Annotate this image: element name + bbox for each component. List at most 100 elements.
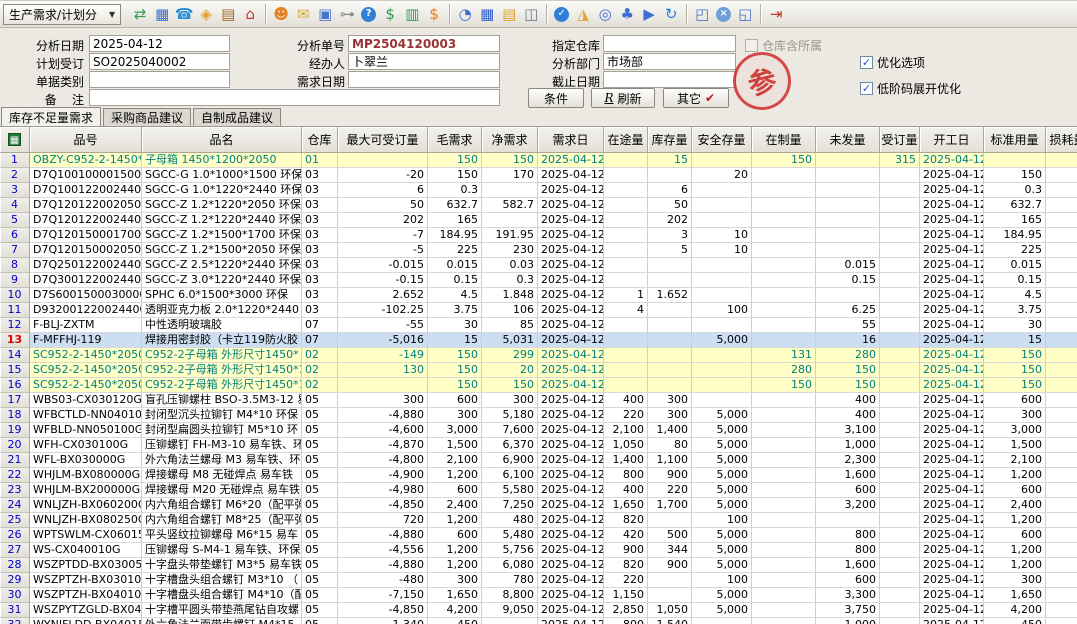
cell-毛需求[interactable]: 600 [428, 393, 482, 408]
row-number[interactable]: 3 [0, 183, 30, 198]
cell-需求日[interactable]: 2025-04-12 [538, 483, 604, 498]
cell-未发量[interactable]: 800 [816, 528, 880, 543]
cell-开工日[interactable]: 2025-04-12 [920, 558, 984, 573]
cell-品号[interactable]: OBZY-C952-2-1450*2( [30, 153, 142, 168]
cell-最大可受订量[interactable]: -7,150 [338, 588, 428, 603]
cell-受订量[interactable] [880, 618, 920, 624]
cell-损耗量[interactable] [1046, 273, 1077, 288]
cell-最大可受订量[interactable]: -4,800 [338, 453, 428, 468]
cell-受订量[interactable] [880, 168, 920, 183]
cell-安全存量[interactable] [692, 288, 752, 303]
table-row[interactable]: 29WSZPTZH-BX030100G十字槽盘头组合螺钉 M3*10 （05-4… [0, 573, 1077, 588]
cell-在途量[interactable] [604, 228, 648, 243]
cell-品号[interactable]: WBS03-CX030120G [30, 393, 142, 408]
row-number[interactable]: 23 [0, 483, 30, 498]
cell-安全存量[interactable]: 5,000 [692, 603, 752, 618]
cell-未发量[interactable]: 3,300 [816, 588, 880, 603]
cell-最大可受订量[interactable]: 1,340 [338, 618, 428, 624]
cell-安全存量[interactable]: 5,000 [692, 453, 752, 468]
cell-净需求[interactable]: 582.7 [482, 198, 538, 213]
cell-受订量[interactable] [880, 303, 920, 318]
cell-标准用量[interactable]: 1,200 [984, 558, 1046, 573]
cell-开工日[interactable]: 2025-04-12 [920, 258, 984, 273]
cell-未发量[interactable] [816, 288, 880, 303]
cell-库存量[interactable]: 300 [648, 393, 692, 408]
cell-安全存量[interactable]: 5,000 [692, 468, 752, 483]
cell-品号[interactable]: WSZPYTZGLD-BX04015( [30, 603, 142, 618]
column-header-1[interactable]: 品号 [30, 127, 142, 153]
cell-开工日[interactable]: 2025-04-12 [920, 408, 984, 423]
cell-仓库[interactable]: 05 [302, 438, 338, 453]
cell-开工日[interactable]: 2025-04-12 [920, 363, 984, 378]
table-row[interactable]: 2D7Q1001000015000GSGCC-G 1.0*1000*1500 环… [0, 168, 1077, 183]
cell-在制量[interactable] [752, 318, 816, 333]
cell-受订量[interactable] [880, 468, 920, 483]
cell-在制量[interactable] [752, 618, 816, 624]
table-row[interactable]: 26WPTSWLM-CX060150G平头竖纹拉铆螺母 M6*15 易车05-4… [0, 528, 1077, 543]
cell-毛需求[interactable]: 150 [428, 168, 482, 183]
cell-毛需求[interactable]: 150 [428, 363, 482, 378]
cell-毛需求[interactable]: 0.015 [428, 258, 482, 273]
table-row[interactable]: 23WHJLM-BX200000G焊接螺母 M20 无碰焊点 易车铁05-4,9… [0, 483, 1077, 498]
cell-毛需求[interactable]: 4,200 [428, 603, 482, 618]
cell-标准用量[interactable]: 3,000 [984, 423, 1046, 438]
table-row[interactable]: 20WFH-CX030100G压铆螺钉 FH-M3-10 易车铁、环05-4,8… [0, 438, 1077, 453]
cell-库存量[interactable]: 300 [648, 408, 692, 423]
cell-受订量[interactable] [880, 513, 920, 528]
cell-开工日[interactable]: 2025-04-12 [920, 198, 984, 213]
cell-在途量[interactable]: 820 [604, 513, 648, 528]
cell-毛需求[interactable]: 632.7 [428, 198, 482, 213]
document-icon[interactable]: ▣ [314, 3, 336, 25]
cell-毛需求[interactable]: 1,200 [428, 558, 482, 573]
cell-安全存量[interactable]: 100 [692, 513, 752, 528]
row-number[interactable]: 27 [0, 543, 30, 558]
cell-未发量[interactable]: 2,300 [816, 453, 880, 468]
cascade-windows-icon[interactable]: ◱ [734, 3, 756, 25]
cell-受订量[interactable] [880, 348, 920, 363]
cell-安全存量[interactable] [692, 213, 752, 228]
bell-icon[interactable]: ◮ [572, 3, 594, 25]
cell-受订量[interactable] [880, 543, 920, 558]
column-header-6[interactable]: 净需求 [482, 127, 538, 153]
cell-受订量[interactable] [880, 438, 920, 453]
table-row[interactable]: 7D7Q1201500020500GSGCC-Z 1.2*1500*2050 环… [0, 243, 1077, 258]
home-icon[interactable]: ⌂ [239, 3, 261, 25]
cell-开工日[interactable]: 2025-04-12 [920, 213, 984, 228]
cell-仓库[interactable]: 07 [302, 318, 338, 333]
cell-在制量[interactable] [752, 468, 816, 483]
row-number[interactable]: 5 [0, 213, 30, 228]
cell-最大可受订量[interactable]: -4,880 [338, 558, 428, 573]
cell-最大可受订量[interactable]: 300 [338, 393, 428, 408]
column-header-15[interactable]: 标准用量 [984, 127, 1046, 153]
exit-icon[interactable]: ⇥ [765, 3, 787, 25]
cell-最大可受订量[interactable]: -4,850 [338, 603, 428, 618]
doc-type-input[interactable] [89, 71, 230, 88]
cell-在制量[interactable]: 131 [752, 348, 816, 363]
table-row[interactable]: 13F-MFFHJ-119焊接用密封胶（卡立119防火胶07-5,016155,… [0, 333, 1077, 348]
cell-受订量[interactable] [880, 183, 920, 198]
cell-品名[interactable]: 十字盘头带垫螺钉 M3*5 易车铁 [142, 558, 302, 573]
column-header-7[interactable]: 需求日 [538, 127, 604, 153]
cell-净需求[interactable]: 5,480 [482, 528, 538, 543]
lock-icon[interactable]: ◈ [195, 3, 217, 25]
column-header-2[interactable]: 品名 [142, 127, 302, 153]
cell-损耗量[interactable] [1046, 243, 1077, 258]
cell-损耗量[interactable] [1046, 363, 1077, 378]
cell-需求日[interactable]: 2025-04-12 [538, 468, 604, 483]
table-row[interactable]: 31WSZPYTZGLD-BX04015(十字槽平圆头带垫燕尾钻自攻螺05-4,… [0, 603, 1077, 618]
cell-需求日[interactable]: 2025-04-12 [538, 408, 604, 423]
cell-净需求[interactable]: 7,250 [482, 498, 538, 513]
cell-未发量[interactable]: 1,600 [816, 558, 880, 573]
row-number[interactable]: 15 [0, 363, 30, 378]
row-number[interactable]: 2 [0, 168, 30, 183]
cell-品号[interactable]: SC952-2-1450*2050-1 [30, 363, 142, 378]
cell-品名[interactable]: SGCC-Z 1.2*1500*1700 环保大 [142, 228, 302, 243]
cell-在制量[interactable] [752, 408, 816, 423]
cell-毛需求[interactable]: 2,100 [428, 453, 482, 468]
cell-安全存量[interactable]: 5,000 [692, 543, 752, 558]
cell-受订量[interactable] [880, 258, 920, 273]
cell-在途量[interactable]: 420 [604, 528, 648, 543]
cell-开工日[interactable]: 2025-04-12 [920, 303, 984, 318]
cell-需求日[interactable]: 2025-04-12 [538, 303, 604, 318]
row-number[interactable]: 16 [0, 378, 30, 393]
